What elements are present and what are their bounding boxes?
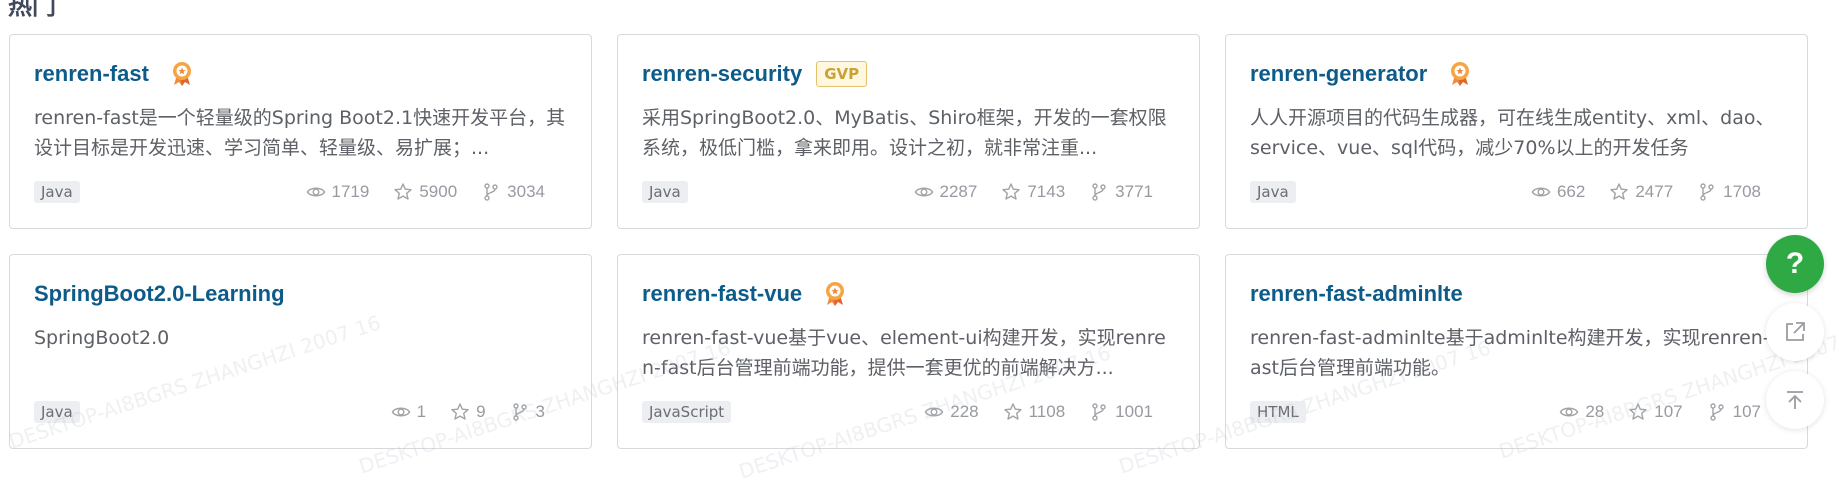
forks-stat: 3034: [481, 182, 545, 202]
stars-stat: 5900: [393, 182, 457, 202]
forks-stat: 107: [1707, 402, 1761, 422]
stars-stat: 1108: [1003, 402, 1066, 422]
star-icon: [1002, 183, 1021, 200]
views-stat: 228: [924, 402, 979, 422]
project-card[interactable]: renren-fast renren-fast是一个轻量级的Spring Boo…: [9, 34, 592, 229]
eye-icon: [1560, 407, 1579, 417]
language-tag[interactable]: Java: [642, 181, 688, 203]
stars-stat: 2477: [1609, 182, 1673, 202]
help-button[interactable]: ?: [1766, 235, 1824, 293]
forks-count: 107: [1732, 402, 1761, 421]
project-card[interactable]: renren-fast-vue renren-fast-vue基于vue、ele…: [617, 254, 1200, 449]
language-tag[interactable]: Java: [1250, 181, 1296, 203]
forks-count: 3771: [1115, 182, 1153, 201]
recommend-medal-icon: [172, 62, 191, 86]
stars-count: 5900: [419, 182, 458, 201]
views-count: 662: [1556, 182, 1586, 201]
project-title[interactable]: renren-fast-adminlte: [1250, 281, 1463, 307]
project-title[interactable]: renren-generator: [1250, 61, 1427, 87]
views-stat: 2287: [914, 182, 978, 202]
project-grid: renren-fast renren-fast是一个轻量级的Spring Boo…: [9, 34, 1808, 449]
project-card[interactable]: renren-generator 人人开源项目的代码生成器，可在线生成entit…: [1225, 34, 1808, 229]
fork-icon: [1700, 183, 1714, 201]
project-card[interactable]: renren-fast-adminlte renren-fast-adminlt…: [1225, 254, 1808, 449]
forks-stat: 3: [510, 402, 545, 422]
views-stat: 28: [1559, 402, 1604, 422]
stars-stat: 7143: [1001, 182, 1065, 202]
project-description: 采用SpringBoot2.0、MyBatis、Shiro框架，开发的一套权限系…: [642, 107, 1167, 159]
arrow-up-icon: [1787, 391, 1803, 409]
stars-count: 9: [476, 402, 486, 421]
section-title: 热门: [8, 0, 56, 20]
eye-icon: [1531, 187, 1551, 197]
project-description: SpringBoot2.0: [34, 327, 170, 349]
views-count: 28: [1585, 402, 1605, 421]
views-stat: 662: [1531, 182, 1585, 202]
share-icon: [1786, 322, 1805, 341]
views-count: 1719: [331, 182, 370, 201]
gvp-badge: GVP: [816, 61, 868, 87]
project-title[interactable]: renren-fast: [34, 61, 149, 87]
recommend-medal-icon: [1451, 62, 1470, 86]
fork-icon: [484, 183, 498, 201]
stars-count: 2477: [1635, 182, 1674, 201]
project-card[interactable]: renren-security GVP 采用SpringBoot2.0、MyBa…: [617, 34, 1200, 229]
fork-icon: [1092, 183, 1106, 201]
fork-icon: [512, 403, 527, 421]
eye-icon: [924, 407, 944, 417]
fork-icon: [1709, 403, 1724, 421]
views-stat: 1: [391, 402, 426, 422]
project-description: renren-fast-adminlte基于adminlte构建开发，实现ren…: [1250, 327, 1777, 379]
eye-icon: [306, 187, 325, 197]
share-button[interactable]: [1766, 303, 1824, 361]
forks-count: 3: [535, 402, 545, 421]
fork-icon: [1092, 403, 1106, 421]
star-icon: [451, 403, 469, 420]
project-description: 人人开源项目的代码生成器，可在线生成entity、xml、dao、service…: [1250, 107, 1775, 159]
project-card[interactable]: SpringBoot2.0-Learning SpringBoot2.0 Jav…: [9, 254, 592, 449]
views-count: 1: [416, 402, 427, 421]
project-title[interactable]: renren-security: [642, 61, 802, 87]
stars-count: 1108: [1028, 402, 1066, 421]
language-tag[interactable]: HTML: [1250, 401, 1306, 423]
eye-icon: [391, 407, 410, 417]
stars-stat: 107: [1628, 402, 1683, 422]
views-stat: 1719: [306, 182, 370, 202]
forks-count: 1001: [1115, 402, 1153, 421]
project-title[interactable]: renren-fast-vue: [642, 281, 802, 307]
star-icon: [1003, 403, 1022, 420]
recommend-medal-icon: [826, 282, 845, 306]
forks-stat: 1708: [1697, 182, 1761, 202]
project-description: renren-fast是一个轻量级的Spring Boot2.1快速开发平台，其…: [34, 107, 566, 159]
language-tag[interactable]: JavaScript: [642, 401, 732, 423]
views-count: 228: [950, 402, 979, 421]
star-icon: [1629, 403, 1647, 420]
forks-count: 3034: [507, 182, 545, 201]
language-tag[interactable]: Java: [34, 181, 80, 203]
forks-stat: 3771: [1089, 182, 1153, 202]
project-description: renren-fast-vue基于vue、element-ui构建开发，实现re…: [642, 327, 1166, 379]
language-tag[interactable]: Java: [34, 401, 80, 423]
star-icon: [394, 183, 413, 200]
back-to-top-button[interactable]: [1766, 371, 1824, 429]
stars-count: 107: [1654, 402, 1683, 421]
forks-stat: 1001: [1089, 402, 1153, 422]
stars-count: 7143: [1027, 182, 1066, 201]
forks-count: 1708: [1723, 182, 1761, 201]
views-count: 2287: [939, 182, 978, 201]
project-title[interactable]: SpringBoot2.0-Learning: [34, 281, 285, 307]
star-icon: [1610, 183, 1629, 200]
stars-stat: 9: [450, 402, 486, 422]
eye-icon: [914, 187, 933, 197]
